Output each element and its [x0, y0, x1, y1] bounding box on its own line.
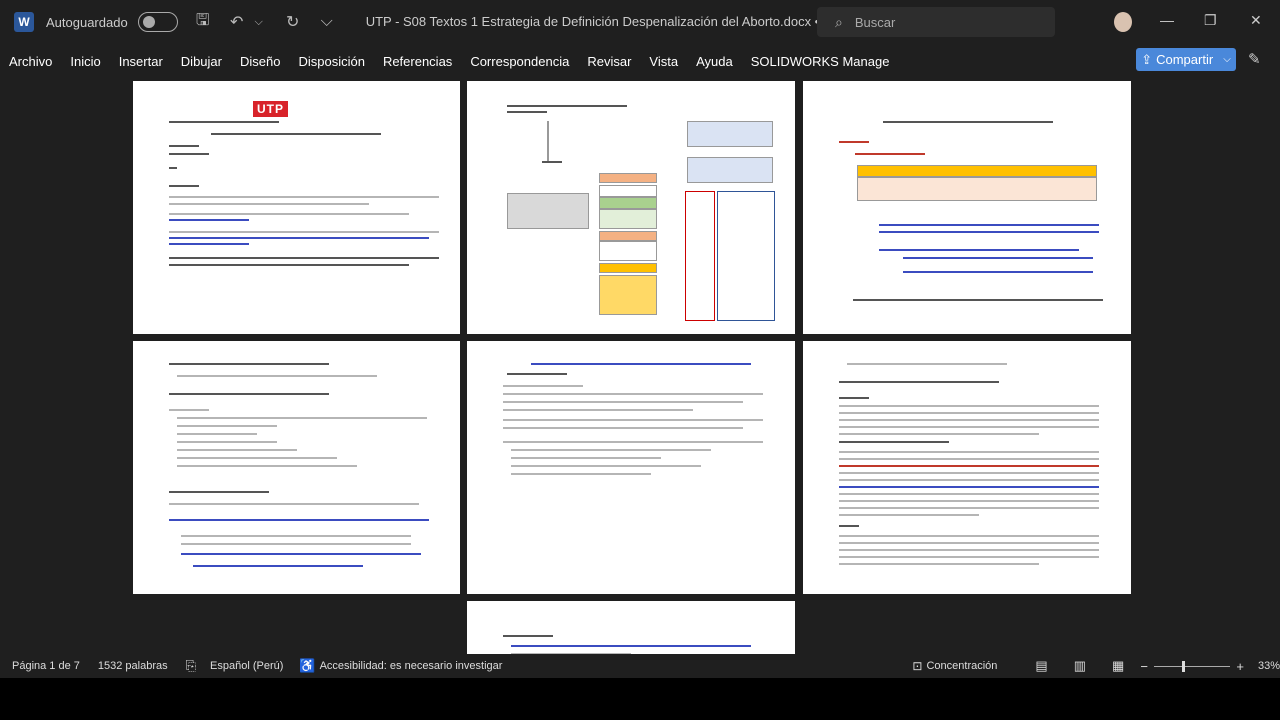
search-icon: ⌕	[835, 13, 843, 30]
customize-toolbar-icon[interactable]: ⌵	[318, 13, 336, 31]
undo-icon[interactable]: ↶	[228, 12, 246, 32]
page-2[interactable]	[467, 81, 795, 334]
zoom-out-icon[interactable]: −	[1140, 659, 1148, 674]
tab-referencias[interactable]: Referencias	[374, 54, 461, 69]
focus-mode-button[interactable]: Concentración	[926, 660, 997, 672]
accessibility-icon: ♿	[299, 658, 316, 673]
tab-inicio[interactable]: Inicio	[61, 54, 109, 69]
page-5[interactable]	[467, 341, 795, 594]
page-count[interactable]: Página 1 de 7	[12, 660, 80, 672]
tab-ayuda[interactable]: Ayuda	[687, 54, 742, 69]
redo-icon[interactable]: ↻	[284, 12, 302, 32]
zoom-slider[interactable]	[1153, 660, 1231, 672]
status-bar: Página 1 de 7 1532 palabras ⎘ Español (P…	[0, 654, 1280, 678]
accessibility-status[interactable]: Accesibilidad: es necesario investigar	[320, 660, 503, 672]
page-7[interactable]	[467, 601, 795, 654]
page-3[interactable]	[803, 81, 1131, 334]
tab-correspondencia[interactable]: Correspondencia	[461, 54, 578, 69]
tab-insertar[interactable]: Insertar	[110, 54, 172, 69]
page-4[interactable]	[133, 341, 460, 594]
proofing-icon[interactable]: ⎘	[186, 658, 196, 674]
search-placeholder: Buscar	[854, 14, 896, 30]
print-layout-icon[interactable]: ▥	[1074, 658, 1086, 674]
document-canvas[interactable]: UTP	[0, 78, 1280, 654]
read-mode-icon[interactable]: ▤	[1035, 658, 1047, 674]
zoom-level[interactable]: 33%	[1258, 660, 1280, 672]
ribbon-tabs: Archivo Inicio Insertar Dibujar Diseño D…	[0, 44, 1280, 78]
tab-revisar[interactable]: Revisar	[578, 54, 640, 69]
save-icon[interactable]: 🖫	[194, 9, 212, 36]
restore-icon[interactable]: ❐	[1204, 12, 1217, 29]
undo-dropdown-icon[interactable]: ⌵	[250, 16, 268, 29]
share-label: Compartir	[1156, 52, 1214, 67]
autosave-label: Autoguardado	[46, 14, 128, 30]
share-dropdown-icon: ⌵	[1223, 54, 1231, 65]
zoom-in-icon[interactable]: +	[1236, 659, 1244, 674]
word-count[interactable]: 1532 palabras	[98, 660, 168, 672]
autosave-toggle[interactable]	[137, 12, 178, 32]
taskbar-strip	[0, 678, 1280, 720]
word-app-icon: W	[14, 12, 34, 32]
user-avatar[interactable]	[1114, 12, 1132, 32]
tab-archivo[interactable]: Archivo	[0, 54, 61, 69]
utp-logo: UTP	[253, 101, 288, 117]
tab-disposicion[interactable]: Disposición	[289, 54, 373, 69]
minimize-icon[interactable]: —	[1160, 12, 1174, 28]
tab-solidworks-manage[interactable]: SOLIDWORKS Manage	[742, 54, 899, 69]
language-status[interactable]: Español (Perú)	[210, 660, 283, 672]
tab-vista[interactable]: Vista	[640, 54, 687, 69]
close-icon[interactable]: ✕	[1250, 12, 1262, 29]
zoom-slider-thumb[interactable]	[1181, 660, 1185, 672]
page-1[interactable]: UTP	[133, 81, 460, 334]
share-icon: ⇪	[1141, 51, 1153, 67]
tab-dibujar[interactable]: Dibujar	[172, 54, 231, 69]
document-title[interactable]: UTP - S08 Textos 1 Estrategia de Definic…	[366, 14, 894, 30]
page-6[interactable]	[803, 341, 1131, 594]
tab-diseno[interactable]: Diseño	[231, 54, 289, 69]
share-button[interactable]: ⇪ Compartir ⌵	[1136, 48, 1236, 71]
comments-icon[interactable]: ✎	[1248, 50, 1261, 68]
web-layout-icon[interactable]: ▦	[1112, 658, 1124, 674]
focus-icon: ⊡	[912, 659, 923, 673]
title-bar: W Autoguardado 🖫 ↶ ⌵ ↻ ⌵ UTP - S08 Texto…	[0, 0, 1280, 44]
search-box[interactable]: ⌕ Buscar	[817, 7, 1055, 37]
